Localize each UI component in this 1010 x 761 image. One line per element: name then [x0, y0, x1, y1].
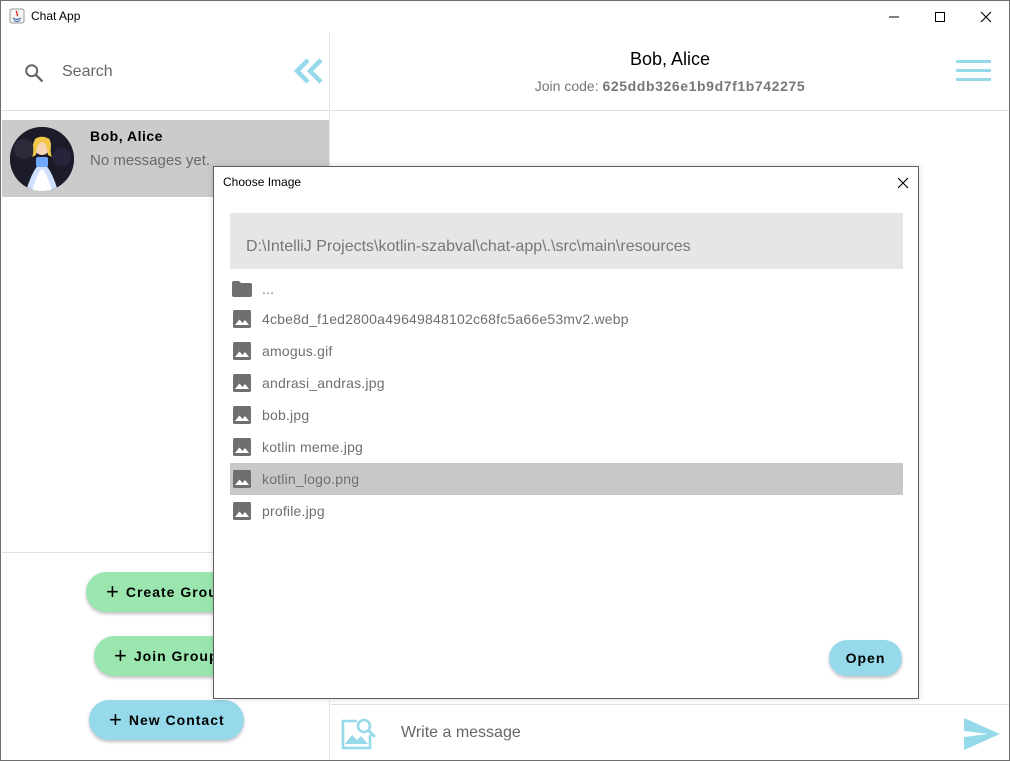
list-item-file-selected[interactable]: kotlin_logo.png [230, 463, 903, 495]
message-composer [331, 704, 1009, 760]
file-list: ... 4cbe8d_f1ed2800a49649848102c68fc5a66… [230, 275, 903, 527]
maximize-icon [935, 11, 945, 22]
window-title: Chat App [31, 9, 81, 23]
close-icon [897, 177, 909, 189]
image-icon [232, 341, 252, 361]
list-item-file[interactable]: 4cbe8d_f1ed2800a49649848102c68fc5a66e53m… [230, 303, 903, 335]
plus-icon: + [114, 643, 128, 668]
open-button[interactable]: Open [829, 640, 902, 676]
image-icon [232, 405, 252, 425]
list-item-file[interactable]: bob.jpg [230, 399, 903, 431]
app-window: Chat App Search Bob, Alice No messages y… [0, 0, 1010, 761]
list-item-file[interactable]: kotlin meme.jpg [230, 431, 903, 463]
file-name: kotlin_logo.png [262, 471, 360, 487]
folder-icon [232, 279, 252, 299]
search-icon[interactable] [23, 62, 45, 84]
image-icon [232, 469, 252, 489]
search-bar [2, 32, 330, 111]
path-bar[interactable]: D:\IntelliJ Projects\kotlin-szabval\chat… [230, 213, 903, 269]
java-app-icon [9, 8, 25, 24]
dialog-close-button[interactable] [892, 173, 914, 193]
close-window-button[interactable] [963, 1, 1009, 32]
message-input[interactable] [401, 721, 941, 745]
title-bar: Chat App [1, 1, 1009, 32]
avatar [10, 127, 74, 191]
plus-icon: + [106, 579, 120, 604]
chat-header: Bob, Alice Join code: 625ddb326e1b9d7f1b… [331, 32, 1009, 111]
image-icon [232, 501, 252, 521]
new-contact-label: New Contact [128, 712, 225, 728]
collapse-sidebar-icon[interactable] [294, 58, 324, 84]
list-item-file[interactable]: andrasi_andras.jpg [230, 367, 903, 399]
chat-name: Bob, Alice [90, 128, 163, 144]
file-name: bob.jpg [262, 407, 310, 423]
image-icon [232, 309, 252, 329]
send-icon[interactable] [963, 717, 1001, 751]
join-code-label: Join code: [534, 78, 599, 94]
new-contact-button[interactable]: + New Contact [89, 700, 244, 740]
chat-last-message: No messages yet. [90, 152, 211, 169]
file-name: 4cbe8d_f1ed2800a49649848102c68fc5a66e53m… [262, 311, 629, 327]
join-code-row: Join code: 625ddb326e1b9d7f1b742275 [331, 78, 1009, 94]
close-icon [980, 11, 992, 22]
minimize-button[interactable] [871, 1, 917, 32]
image-search-icon[interactable] [340, 715, 376, 751]
file-name: andrasi_andras.jpg [262, 375, 385, 391]
maximize-button[interactable] [917, 1, 963, 32]
image-icon [232, 437, 252, 457]
image-icon [232, 373, 252, 393]
minimize-icon [889, 16, 899, 17]
join-code-value[interactable]: 625ddb326e1b9d7f1b742275 [602, 78, 805, 94]
file-name: kotlin meme.jpg [262, 439, 364, 455]
file-name: profile.jpg [262, 503, 325, 519]
list-item-file[interactable]: amogus.gif [230, 335, 903, 367]
search-input[interactable] [62, 60, 262, 84]
dialog-title: Choose Image [223, 175, 302, 189]
choose-image-dialog: Choose Image D:\IntelliJ Projects\kotlin… [213, 166, 919, 699]
current-path: D:\IntelliJ Projects\kotlin-szabval\chat… [246, 238, 691, 255]
join-group-label: Join Group [133, 648, 219, 664]
menu-icon[interactable] [956, 59, 992, 83]
list-item-file[interactable]: profile.jpg [230, 495, 903, 527]
plus-icon: + [109, 707, 123, 732]
file-name: amogus.gif [262, 343, 333, 359]
file-name: ... [262, 281, 275, 297]
list-item-parent-folder[interactable]: ... [230, 275, 903, 303]
chat-title: Bob, Alice [629, 49, 711, 69]
